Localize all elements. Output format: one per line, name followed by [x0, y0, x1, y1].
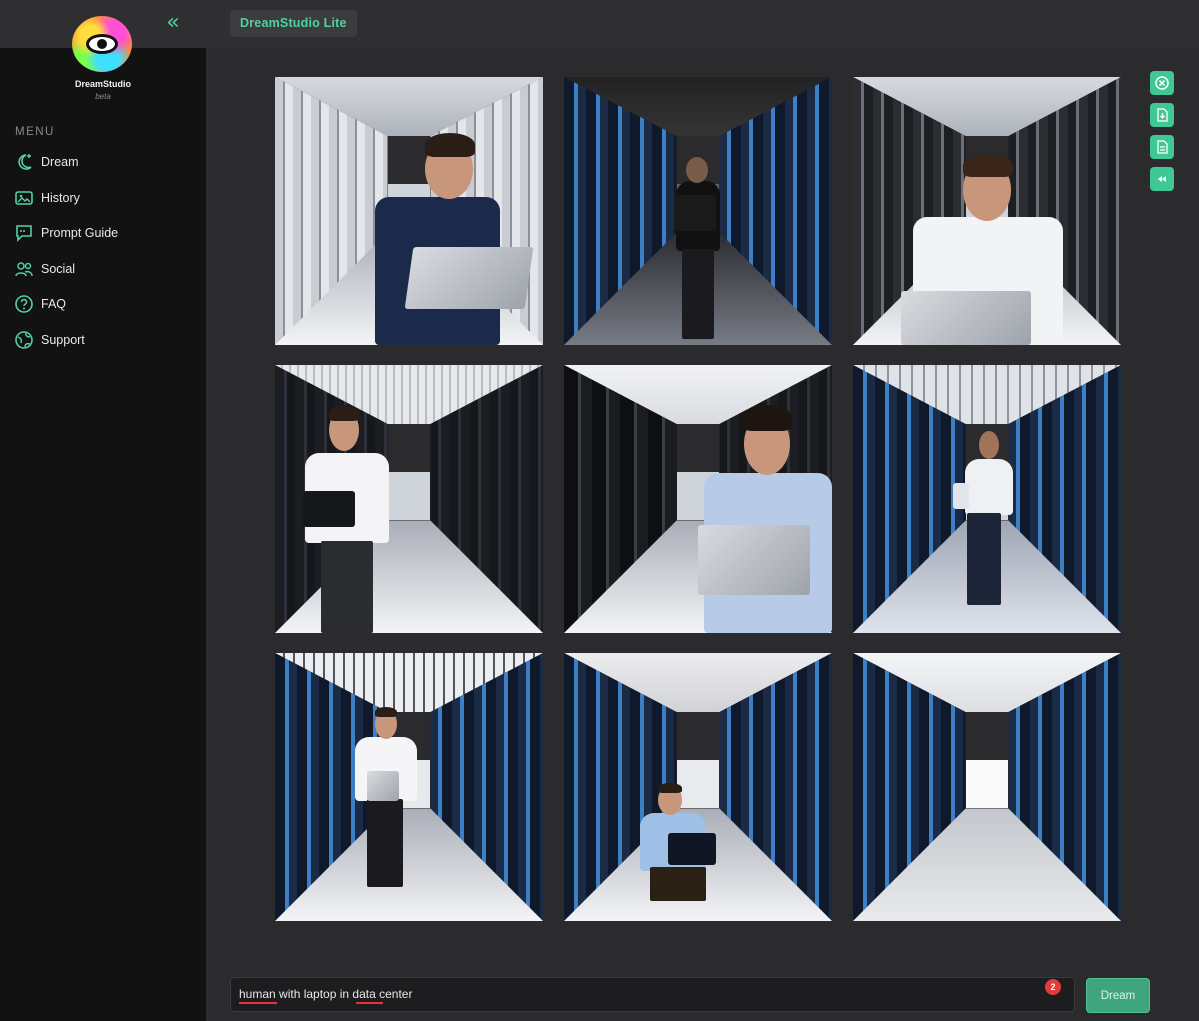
spellcheck-badge[interactable]: 2 — [1045, 979, 1061, 995]
sidebar-item-label: FAQ — [41, 297, 67, 311]
download-image-button[interactable] — [1150, 103, 1174, 127]
beta-label: beta — [95, 92, 111, 101]
brand-name: DreamStudio — [74, 79, 131, 89]
prompt-input[interactable] — [239, 978, 1029, 1011]
rewind-icon — [1158, 176, 1166, 182]
spellcheck-underline — [356, 1002, 383, 1004]
dreamstudio-app: « DreamStudio Lite DreamStudio beta MENU… — [0, 0, 1199, 1021]
product-tab[interactable]: DreamStudio Lite — [230, 10, 357, 37]
spellcheck-underline — [239, 1002, 277, 1004]
moon-sparkle-icon — [14, 152, 34, 172]
speech-bubble-icon — [14, 223, 34, 243]
document-icon — [1157, 140, 1168, 154]
generated-image-4[interactable] — [275, 365, 543, 633]
sidebar-item-prompt-guide[interactable]: Prompt Guide — [14, 221, 118, 245]
generated-image-8[interactable] — [564, 653, 832, 921]
generated-image-7[interactable] — [275, 653, 543, 921]
sidebar-item-faq[interactable]: FAQ — [14, 292, 66, 316]
generated-image-1[interactable] — [275, 77, 543, 345]
sidebar-item-label: Prompt Guide — [41, 226, 119, 240]
image-gallery-icon — [14, 188, 34, 208]
generated-image-2[interactable] — [564, 77, 832, 345]
sidebar-item-support[interactable]: Support — [14, 328, 85, 352]
logo-area: DreamStudio beta — [0, 0, 206, 110]
dreamstudio-logo[interactable] — [72, 16, 132, 72]
sidebar: DreamStudio beta MENU Dream History Prom… — [0, 16, 206, 1021]
prompt-field: 2 — [230, 977, 1075, 1012]
rewind-button[interactable] — [1150, 167, 1174, 191]
generated-image-5[interactable] — [564, 365, 832, 633]
question-circle-icon — [14, 294, 34, 314]
main-canvas: 2 Dream — [206, 48, 1199, 1021]
sidebar-item-label: History — [41, 191, 80, 205]
close-image-button[interactable] — [1150, 71, 1174, 95]
sidebar-item-label: Social — [41, 262, 76, 276]
generated-image-6[interactable] — [853, 365, 1121, 633]
sidebar-item-label: Dream — [41, 155, 79, 169]
download-file-icon — [1157, 108, 1168, 122]
generated-image-3[interactable] — [853, 77, 1121, 345]
sidebar-item-dream[interactable]: Dream — [14, 150, 79, 174]
eye-icon — [86, 34, 118, 54]
generated-image-9[interactable] — [853, 653, 1121, 921]
people-icon — [14, 259, 34, 279]
sidebar-item-label: Support — [41, 333, 85, 347]
menu-label: MENU — [15, 126, 55, 138]
sidebar-item-history[interactable]: History — [14, 186, 80, 210]
dream-button[interactable]: Dream — [1086, 978, 1150, 1013]
document-button[interactable] — [1150, 135, 1174, 159]
sidebar-item-social[interactable]: Social — [14, 257, 75, 281]
globe-support-icon — [14, 330, 34, 350]
close-circle-icon — [1155, 76, 1169, 90]
